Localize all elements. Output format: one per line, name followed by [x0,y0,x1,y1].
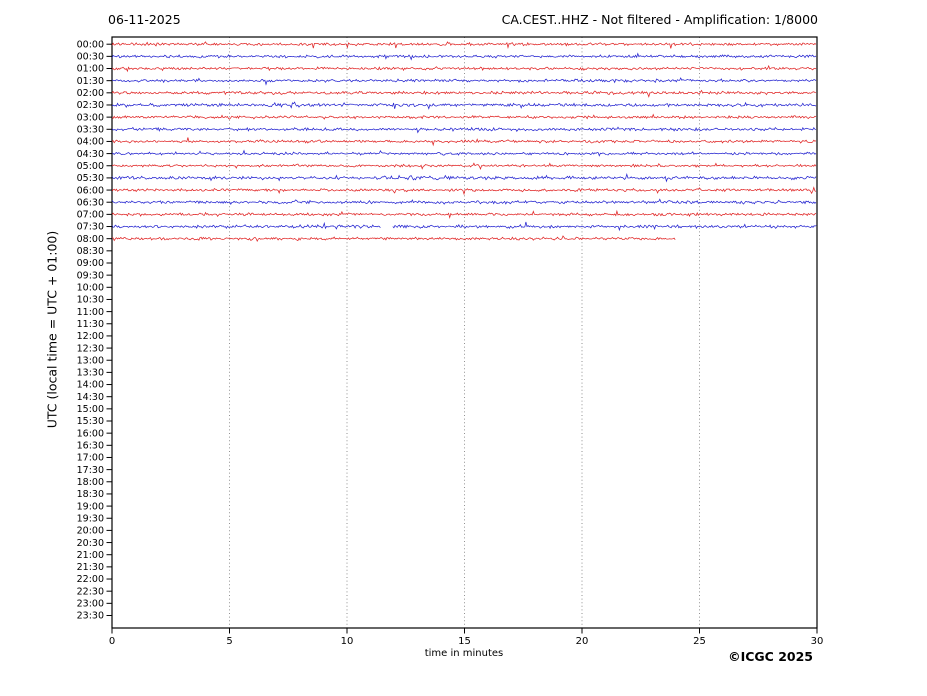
y-tick-label-11:00: 11:00 [77,307,104,318]
y-tick-label-16:00: 16:00 [77,428,104,439]
y-tick-label-16:30: 16:30 [77,441,104,452]
y-tick-label-12:30: 12:30 [77,343,104,354]
trace-06:00 [111,186,817,196]
x-tick-label-5: 5 [226,636,232,647]
y-tick-label-11:30: 11:30 [77,319,104,330]
y-tick-label-18:30: 18:30 [77,489,104,500]
y-tick-label-10:30: 10:30 [77,295,104,306]
x-tick-label-10: 10 [341,636,354,647]
trace-05:00 [111,162,817,170]
x-tick-label-25: 25 [693,636,706,647]
trace-00:30 [111,52,817,61]
y-tick-label-13:00: 13:00 [77,355,104,366]
y-tick-label-17:00: 17:00 [77,453,104,464]
y-tick-label-02:00: 02:00 [77,88,104,99]
y-tick-label-23:00: 23:00 [77,599,104,610]
y-tick-label-22:00: 22:00 [77,574,104,585]
y-tick-label-08:30: 08:30 [77,246,104,257]
y-tick-label-14:30: 14:30 [77,392,104,403]
y-tick-label-04:30: 04:30 [77,149,104,160]
x-tick-label-0: 0 [109,636,115,647]
y-tick-label-20:30: 20:30 [77,538,104,549]
helicorder-page: 06-11-2025 CA.CEST..HHZ - Not filtered -… [0,0,927,696]
y-tick-label-06:00: 06:00 [77,185,104,196]
y-tick-label-06:30: 06:30 [77,197,104,208]
y-tick-label-05:30: 05:30 [77,173,104,184]
y-tick-label-12:00: 12:00 [77,331,104,342]
y-tick-label-19:30: 19:30 [77,513,104,524]
y-tick-label-08:00: 08:00 [77,234,104,245]
y-tick-label-00:30: 00:30 [77,52,104,63]
trace-03:00 [111,113,817,120]
trace-02:30 [111,101,817,110]
y-tick-label-21:00: 21:00 [77,550,104,561]
y-tick-label-00:00: 00:00 [77,39,104,50]
y-tick-label-15:30: 15:30 [77,416,104,427]
trace-04:00 [111,137,817,147]
x-tick-label-15: 15 [458,636,471,647]
y-tick-label-22:30: 22:30 [77,586,104,597]
y-tick-label-05:00: 05:00 [77,161,104,172]
y-tick-label-23:30: 23:30 [77,611,104,622]
helicorder-plot: 00:00 00:3001:0001:3002:0002:3003:0003:30… [77,36,824,647]
y-tick-label-17:30: 17:30 [77,465,104,476]
y-tick-label-02:30: 02:30 [77,100,104,111]
y-tick-label-19:00: 19:00 [77,501,104,512]
trace-04:30 [111,149,817,157]
y-tick-label-04:00: 04:00 [77,137,104,148]
y-tick-label-03:00: 03:00 [77,112,104,123]
y-tick-label-09:00: 09:00 [77,258,104,269]
trace-05:30 [111,173,817,183]
y-tick-label-21:30: 21:30 [77,562,104,573]
y-tick-label-01:30: 01:30 [77,76,104,87]
x-tick-label-30: 30 [811,636,824,647]
trace-01:30 [111,77,817,86]
y-tick-label-09:30: 09:30 [77,270,104,281]
trace-00:00 [111,41,817,49]
trace-07:00 [111,209,817,220]
trace-02:00 [111,89,817,98]
y-tick-label-18:00: 18:00 [77,477,104,488]
y-tick-label-14:00: 14:00 [77,380,104,391]
y-tick-label-20:00: 20:00 [77,526,104,537]
trace-03:30 [111,126,817,134]
copyright-label: ©ICGC 2025 [728,649,813,664]
y-tick-label-01:00: 01:00 [77,64,104,75]
x-tick-label-20: 20 [576,636,589,647]
y-tick-label-10:00: 10:00 [77,283,104,294]
y-tick-label-07:30: 07:30 [77,222,104,233]
trace-08:00 [111,235,676,242]
y-tick-label-07:00: 07:00 [77,210,104,221]
x-axis-title: time in minutes [424,648,504,659]
y-tick-label-15:00: 15:00 [77,404,104,415]
trace-01:00 [111,64,817,73]
y-tick-label-03:30: 03:30 [77,124,104,135]
trace-06:30 [111,198,817,205]
y-tick-label-13:30: 13:30 [77,368,104,379]
